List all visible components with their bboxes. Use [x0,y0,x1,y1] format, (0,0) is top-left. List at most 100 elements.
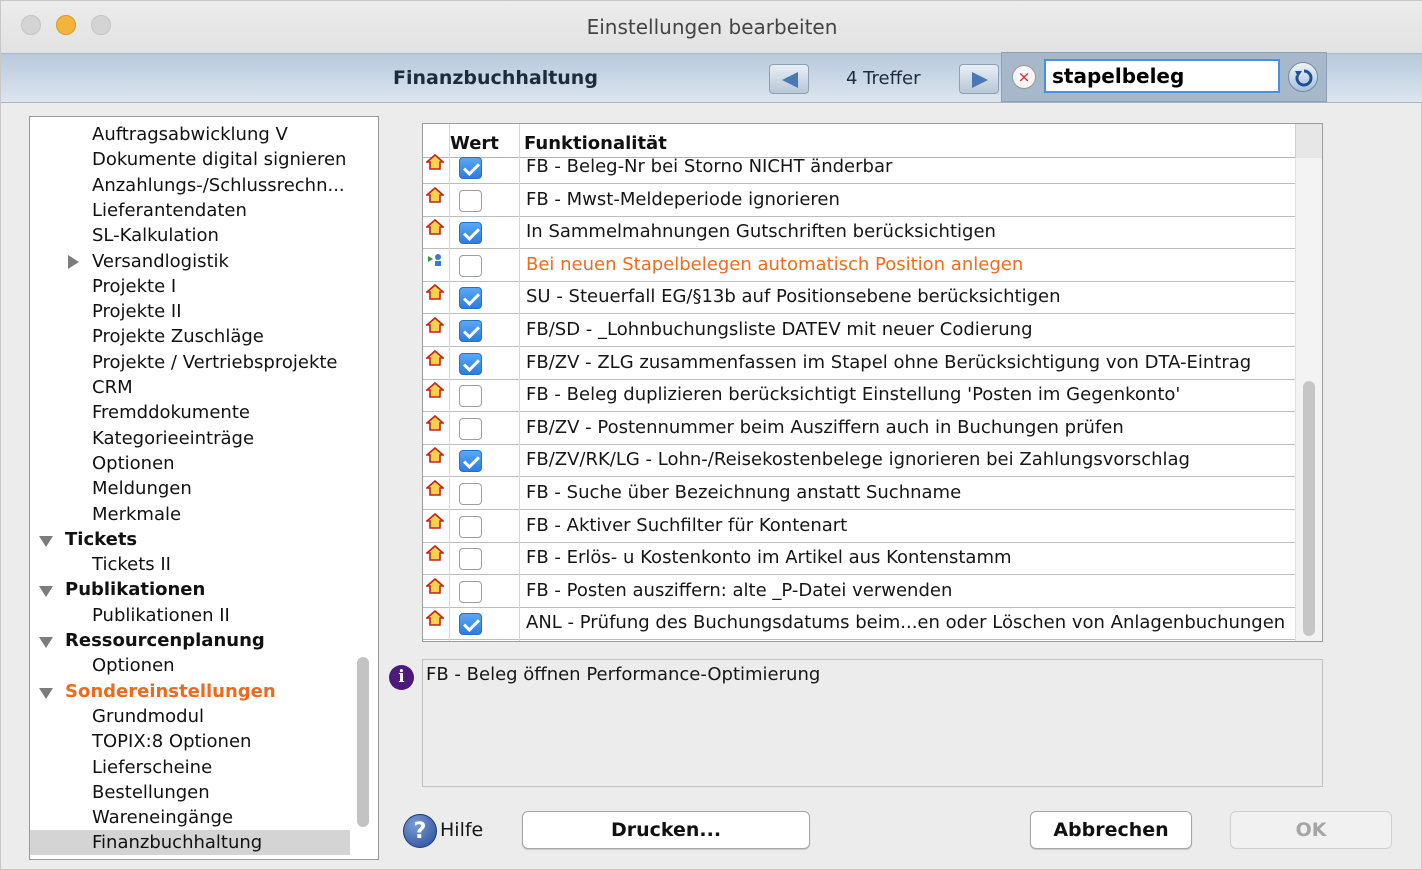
sidebar-item[interactable]: Merkmale [30,502,350,527]
disclosure-right-icon[interactable] [68,254,79,269]
sidebar-item[interactable]: TOPIX:8 Optionen [30,729,350,754]
value-checkbox[interactable] [459,320,482,342]
sidebar-item[interactable]: Ressourcenplanung [30,628,350,653]
value-checkbox[interactable] [459,287,482,310]
search-input[interactable] [1044,59,1280,93]
sidebar-item-label: Auftragsabwicklung V [92,124,288,145]
sidebar-item[interactable]: CRM [30,375,350,400]
settings-tree[interactable]: Auftragsabwicklung V Dokumente digital si… [29,116,379,860]
ok-button[interactable]: OK [1230,811,1392,849]
table-row[interactable]: Bei neuen Stapelbelegen automatisch Posi… [423,249,1295,282]
sidebar-item[interactable]: Grundmodul [30,704,350,729]
sidebar-item[interactable]: Fremddokumente [30,400,350,425]
sidebar-item[interactable]: Projekte Zuschläge [30,324,350,349]
sidebar-item-label: Optionen [92,655,175,677]
sidebar-item[interactable]: Kategorieeinträge [30,426,350,451]
sidebar-item[interactable]: Tickets [30,527,350,552]
print-button[interactable]: Drucken... [522,811,810,849]
sidebar-item[interactable]: Versandlogistik [30,249,350,274]
value-checkbox[interactable] [459,548,482,571]
value-checkbox[interactable] [459,352,482,375]
value-checkbox[interactable] [459,580,482,603]
function-label: ANL - Prüfung des Buchungsdatums beim...… [526,612,1286,634]
table-scrollbar[interactable] [1303,381,1315,636]
value-checkbox[interactable] [459,450,482,473]
sidebar-item[interactable]: Bestellungen [30,780,350,805]
sidebar-item[interactable]: Auftragsabwicklung V [30,122,350,147]
function-label: FB/ZV/RK/LG - Lohn-/Reisekostenbelege ig… [526,449,1190,471]
help-icon[interactable]: ? [403,814,437,848]
value-checkbox[interactable] [459,613,482,636]
sidebar-item[interactable]: SL-Kalkulation [30,223,350,248]
sidebar-item[interactable]: Finanzbuchhaltung [30,830,350,856]
sidebar-item-label: Sondereinstellungen [65,680,276,702]
disclosure-down-icon[interactable] [39,637,53,648]
value-checkbox[interactable] [459,222,482,245]
disclosure-down-icon[interactable] [39,586,53,598]
tree-scrollbar[interactable] [357,657,369,827]
disclosure-down-icon[interactable] [39,535,53,547]
refresh-search-button[interactable] [1288,62,1318,92]
sidebar-item[interactable]: Tickets II [30,552,350,577]
sidebar-item[interactable]: Optionen [30,451,350,476]
header-corner [1295,124,1322,158]
disclosure-down-icon[interactable] [39,687,53,699]
sidebar-item[interactable]: Anzahlungs-/Schlussrechn... [30,173,350,198]
table-row[interactable]: FB - Posten ausziffern: alte _P-Datei ve… [423,575,1295,608]
sidebar-item-label: Projekte Zuschläge [92,326,264,348]
table-row[interactable]: FB/ZV/RK/LG - Lohn-/Reisekostenbelege ig… [423,444,1295,478]
sidebar-item-label: Optionen [92,452,175,474]
sidebar-item[interactable]: Projekte / Vertriebsprojekte [30,350,350,375]
value-checkbox[interactable] [459,385,482,408]
table-row[interactable]: ANL - Prüfung des Buchungsdatums beim...… [423,607,1295,641]
table-row[interactable]: FB - Mwst-Meldeperiode ignorieren [423,184,1295,217]
sidebar-item[interactable]: Optionen [30,653,350,678]
search-area: × [1001,52,1327,102]
function-label: FB/ZV - Postennummer beim Ausziffern auc… [526,416,1124,438]
table-row[interactable]: FB - Aktiver Suchfilter für Kontenart [423,510,1295,543]
table-row[interactable]: FB - Beleg duplizieren berücksichtigt Ei… [423,379,1295,413]
window-title: Einstellungen bearbeiten [586,15,838,39]
sidebar-item[interactable]: Projekte II [30,299,350,324]
info-icon: i [389,665,414,690]
cancel-button[interactable]: Abbrechen [1030,811,1192,849]
sidebar-item[interactable]: Projekte I [30,274,350,299]
table-row[interactable]: In Sammelmahnungen Gutschriften berücksi… [423,216,1295,250]
hit-count: 4 Treffer [846,68,921,89]
clear-search-button[interactable]: × [1012,65,1036,89]
sidebar-item-label: Publikationen [65,579,206,601]
settings-window: Einstellungen bearbeiten Finanzbuchhaltu… [0,0,1422,870]
sidebar-item[interactable]: Publikationen [30,577,350,602]
table-row[interactable]: FB - Erlös- u Kostenkonto im Artikel aus… [423,542,1295,576]
value-checkbox[interactable] [459,157,482,179]
table-row[interactable]: FB/SD - _Lohnbuchungsliste DATEV mit neu… [423,314,1295,347]
sidebar-item-label: Grundmodul [92,705,204,727]
sidebar-item[interactable]: Sondereinstellungen [30,679,350,704]
value-checkbox[interactable] [459,417,482,440]
function-label: FB - Suche über Bezeichnung anstatt Such… [526,482,962,503]
previous-hit-button[interactable] [769,64,809,94]
sidebar-item-label: Versandlogistik [92,250,229,272]
sidebar-item-label: Meldungen [92,478,192,500]
sidebar-item[interactable]: Wareneingänge [30,805,350,830]
function-label: FB/SD - _Lohnbuchungsliste DATEV mit neu… [526,319,1033,340]
sidebar-item-label: TOPIX:8 Optionen [92,731,252,753]
sidebar-item-label: Projekte II [92,301,182,323]
sidebar-item[interactable]: Dokumente digital signieren [30,147,350,172]
sidebar-item[interactable]: Lieferantendaten [30,198,350,223]
table-row[interactable]: FB/ZV - ZLG zusammenfassen im Stapel ohn… [423,347,1295,380]
value-checkbox[interactable] [459,189,482,212]
title-bar: Einstellungen bearbeiten [1,1,1422,53]
value-checkbox[interactable] [459,483,482,505]
value-checkbox[interactable] [459,515,482,538]
next-hit-button[interactable] [959,64,999,94]
value-checkbox[interactable] [459,254,482,277]
sidebar-item[interactable]: Lieferscheine [30,755,350,780]
sidebar-item[interactable]: Publikationen II [30,603,350,628]
table-row[interactable]: FB - Suche über Bezeichnung anstatt Such… [423,477,1295,510]
sidebar-item[interactable]: Meldungen [30,476,350,501]
help-label[interactable]: Hilfe [440,819,483,841]
table-row[interactable]: SU - Steuerfall EG/§13b auf Positionsebe… [423,281,1295,315]
table-row[interactable]: FB/ZV - Postennummer beim Ausziffern auc… [423,412,1295,445]
table-row[interactable]: FB - Beleg-Nr bei Storno NICHT änderbar [423,151,1295,184]
